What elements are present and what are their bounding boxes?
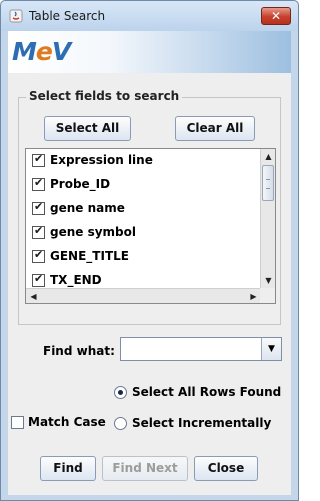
select-all-button[interactable]: Select All [44,116,131,141]
radio-selected-icon [114,386,127,399]
list-item-label: Probe_ID [50,177,111,191]
checkbox-checked-icon[interactable] [32,272,45,287]
chevron-down-icon[interactable]: ▼ [261,338,281,360]
fields-list[interactable]: Expression line Probe_IDgene name gene sym… [25,148,276,304]
list-item[interactable]: Probe_ID [32,174,252,198]
find-next-button[interactable]: Find Next [102,456,188,481]
dialog-content: MeV Select fields to search Select All C… [8,31,291,495]
list-item[interactable]: Expression line [32,150,252,174]
window-close-button[interactable]: ✕ [261,7,291,25]
mev-logo: MeV [12,37,71,66]
scroll-down-icon[interactable]: ▼ [261,273,275,288]
checkbox-checked-icon[interactable] [32,224,45,239]
list-item-label: gene symbol [50,225,137,239]
list-item[interactable]: gene name [32,198,252,222]
close-icon: ✕ [270,9,282,23]
scroll-up-icon[interactable]: ▲ [261,149,275,164]
vertical-scrollbar[interactable]: ▲ ▼ [260,149,275,288]
scrollbar-corner [260,288,275,303]
close-button[interactable]: Close [194,456,258,481]
java-app-icon [9,9,23,23]
radio-unselected-icon [114,417,127,430]
select-all-rows-label: Select All Rows Found [132,385,282,399]
find-button[interactable]: Find [40,456,96,481]
list-item[interactable]: GENE_TITLE [32,246,252,270]
horizontal-scrollbar[interactable]: ◀ ▶ [26,288,261,303]
list-item-label: Expression line [50,153,153,167]
list-item-label: TX_END [50,273,102,287]
match-case-label: Match Case [28,415,106,429]
scroll-right-icon[interactable]: ▶ [246,289,261,303]
vertical-scroll-thumb[interactable] [262,165,274,201]
mev-logo-banner: MeV [8,31,291,73]
fields-group-legend: Select fields to search [26,89,183,103]
checkbox-checked-icon[interactable] [32,152,45,167]
fields-group: Select fields to search Select All Clear… [18,89,281,325]
table-search-window: Table Search ✕ MeV Select fields to sear… [0,0,299,501]
list-item[interactable]: gene symbol [32,222,252,246]
checkbox-checked-icon[interactable] [32,200,45,215]
list-item-label: gene name [50,201,125,215]
list-item-label: GENE_TITLE [50,249,129,263]
checkbox-checked-icon[interactable] [32,176,45,191]
scroll-left-icon[interactable]: ◀ [26,289,41,303]
title-bar[interactable]: Table Search ✕ [1,1,298,31]
find-what-label: Find what: [43,344,115,358]
checkbox-checked-icon[interactable] [32,248,45,263]
select-incrementally-label: Select Incrementally [132,416,272,430]
window-title: Table Search [29,9,106,23]
find-what-combobox[interactable]: ▼ [120,337,282,361]
checkbox-unchecked-icon [11,416,24,429]
clear-all-button[interactable]: Clear All [175,116,255,141]
